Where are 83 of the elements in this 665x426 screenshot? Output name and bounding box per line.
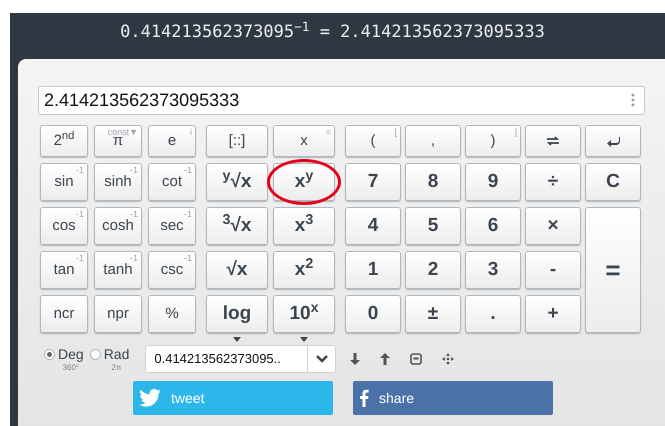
key-hint: ] [514, 126, 517, 138]
key-hint: i [190, 126, 192, 138]
calculator-key[interactable]: 2 [405, 251, 461, 289]
key-hint: -1 [76, 164, 84, 176]
calculator-key[interactable]: 9 [465, 163, 521, 201]
calculator-key[interactable]: csc -1 [148, 251, 196, 289]
calculator-key[interactable]: 5 [405, 207, 461, 245]
key-hint: -1 [76, 208, 84, 220]
arrow-up-icon[interactable] [380, 353, 390, 365]
calculator-key[interactable]: $^{3}$√x [206, 207, 268, 245]
calculator-key[interactable]: x = [273, 125, 335, 157]
calculator-key[interactable]: e i [148, 125, 196, 157]
calculator-key[interactable]: x$^{2}$ [273, 251, 335, 289]
chevron-down-icon [316, 355, 328, 363]
history-select[interactable]: 0.414213562373095.. [145, 345, 336, 373]
calculator-key[interactable] [585, 125, 641, 157]
arrow-down-icon[interactable] [350, 353, 360, 365]
vertical-dots-icon [631, 93, 635, 107]
calculator-key[interactable]: - [525, 251, 581, 289]
key-hint: const▼ [108, 126, 138, 137]
share-button[interactable]: share [353, 381, 553, 415]
calculator-key[interactable]: 8 [405, 163, 461, 201]
calculator-key[interactable]: sin -1 [40, 163, 88, 201]
key-hint: -1 [184, 252, 192, 264]
calculator-key[interactable]: log [206, 295, 268, 333]
calculator-key[interactable]: 2$^{nd}$ [40, 125, 88, 157]
calculator-key[interactable] [525, 125, 581, 157]
calculator-key[interactable]: ± [405, 295, 461, 333]
calculator-key[interactable]: + [525, 295, 581, 333]
calculator-key[interactable]: npr [94, 295, 142, 333]
f-letter-icon [359, 389, 369, 407]
calculator-key[interactable]: √x [206, 251, 268, 289]
calculator-key[interactable]: x$^{3}$ [273, 207, 335, 245]
calculator-key[interactable]: ( [ [345, 125, 401, 157]
angle-mode-label: Rad [104, 345, 130, 363]
calculator-key[interactable]: 0 [345, 295, 401, 333]
calculator-key[interactable]: 1 [345, 251, 401, 289]
key-hint: -1 [184, 164, 192, 176]
calculator-key[interactable]: [::] [206, 125, 268, 157]
calculator-key[interactable]: 7 [345, 163, 401, 201]
calculator-key[interactable]: $^{y}$√x [206, 163, 268, 201]
dropdown-triangle-icon [300, 337, 308, 342]
key-hint: -1 [130, 252, 138, 263]
calculator-key[interactable]: , [405, 125, 461, 157]
calculator-key[interactable]: sinh -1 [94, 163, 142, 201]
calculator-key[interactable]: 4 [345, 207, 401, 245]
calculator-key[interactable]: ) ] [465, 125, 521, 157]
key-hint: [ [394, 126, 397, 138]
result-expression: 0.414213562373095$^{−1}$ = 2.414213562373095333 [119, 18, 546, 44]
calculator-key[interactable]: . [465, 295, 521, 333]
calculator-key[interactable]: ÷ [525, 163, 581, 201]
calculator-key[interactable]: tanh -1 [94, 251, 142, 289]
angle-mode-caption: 360° [62, 363, 80, 373]
return-arrow-icon [606, 136, 620, 146]
dropdown-triangle-icon [233, 337, 241, 342]
swap-arrows-icon [546, 136, 560, 146]
angle-mode-caption: 2π [112, 363, 122, 373]
calculator-key[interactable]: sec -1 [148, 207, 196, 245]
key-hint: = [326, 126, 331, 138]
key-hint: -1 [184, 208, 192, 220]
window-icon[interactable] [410, 353, 422, 365]
calculator-key[interactable]: C [585, 163, 641, 201]
key-hint: -1 [130, 208, 138, 219]
key-hint: -1 [130, 164, 138, 175]
calculator-key[interactable]: 3 [465, 251, 521, 289]
calculator-key[interactable]: x$^{y}$ [273, 163, 335, 201]
key-hint: -1 [76, 252, 84, 264]
angle-mode-label: Deg [58, 345, 84, 363]
calculator-key[interactable]: tan -1 [40, 251, 88, 289]
calculator-key[interactable]: 6 [465, 207, 521, 245]
calculator-key[interactable]: cot -1 [148, 163, 196, 201]
calculator-key[interactable]: cosh -1 [94, 207, 142, 245]
radio-button[interactable] [44, 349, 55, 360]
calculator-key[interactable]: ncr [40, 295, 88, 333]
display-field[interactable]: 2.414213562373095333 [38, 86, 645, 115]
calculator-key[interactable]: 10$^{x}$ [273, 295, 335, 333]
calculator-key[interactable]: × [525, 207, 581, 245]
calculator-key[interactable]: % [148, 295, 196, 333]
bird-icon [139, 389, 161, 407]
move-icon[interactable] [442, 353, 454, 365]
calculator-key[interactable]: = [585, 207, 641, 333]
radio-button[interactable] [90, 349, 101, 360]
calculator-key[interactable]: cos -1 [40, 207, 88, 245]
